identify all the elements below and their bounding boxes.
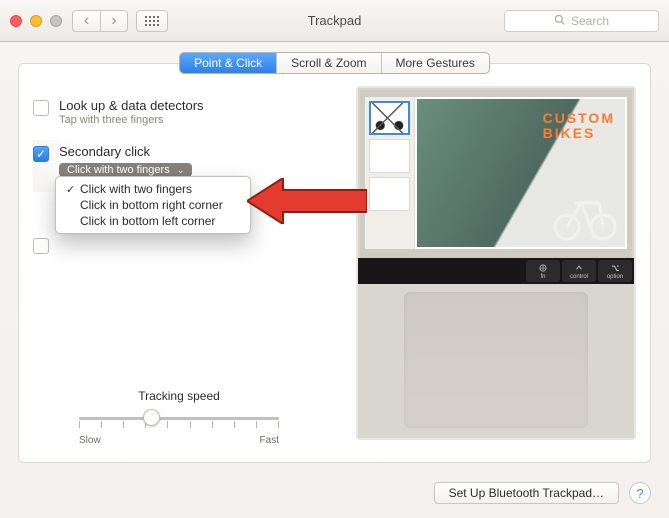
chevron-left-icon: ‹ <box>84 12 89 30</box>
bicycle-icon <box>551 181 619 241</box>
gesture-preview: CUSTOM BIKES <box>356 86 636 440</box>
key-control: control <box>562 260 596 282</box>
tracking-speed-slider[interactable] <box>79 407 279 431</box>
main-panel: Look up & data detectors Tap with three … <box>18 63 651 463</box>
tab-scroll-zoom[interactable]: Scroll & Zoom <box>277 53 381 73</box>
search-placeholder: Search <box>571 14 609 28</box>
window-controls <box>10 15 62 27</box>
close-window-icon[interactable] <box>10 15 22 27</box>
tab-bar: Point & Click Scroll & Zoom More Gesture… <box>18 52 651 74</box>
back-button[interactable]: ‹ <box>72 10 100 32</box>
setup-bluetooth-button[interactable]: Set Up Bluetooth Trackpad… <box>434 482 619 504</box>
search-input[interactable]: Search <box>504 10 659 32</box>
key-fn: fn <box>526 260 560 282</box>
show-all-button[interactable] <box>136 10 168 32</box>
minimize-window-icon[interactable] <box>30 15 42 27</box>
secondary-click-menu: ✓ Click with two fingers Click in bottom… <box>55 176 251 234</box>
checkbox-lookup[interactable] <box>33 100 49 116</box>
popup-label: Click with two fingers <box>67 164 170 176</box>
tracking-speed-label: Tracking speed <box>138 389 220 403</box>
preview-trackpad-surface <box>404 292 588 428</box>
slider-min-label: Slow <box>79 435 101 446</box>
menu-item-label: Click in bottom right corner <box>80 198 223 212</box>
tab-more-gestures[interactable]: More Gestures <box>382 53 489 73</box>
menu-item-label: Click in bottom left corner <box>80 214 215 228</box>
menu-item-bottom-left[interactable]: Click in bottom left corner <box>56 213 250 229</box>
menu-item-two-fingers[interactable]: ✓ Click with two fingers <box>56 181 250 197</box>
option-lookup-subtitle: Tap with three fingers <box>59 114 204 126</box>
tab-point-click[interactable]: Point & Click <box>180 53 277 73</box>
search-icon <box>554 14 565 28</box>
checkbox-third[interactable] <box>33 238 49 254</box>
option-secondary-title: Secondary click <box>59 144 192 159</box>
preview-headline: CUSTOM BIKES <box>543 111 615 140</box>
chevron-down-icon: ⌄ <box>176 166 186 175</box>
check-icon: ✓ <box>36 148 46 160</box>
menu-item-label: Click with two fingers <box>80 182 192 196</box>
preview-touchbar: fn control option <box>358 258 634 284</box>
slider-max-label: Fast <box>260 435 279 446</box>
slider-knob[interactable] <box>143 409 160 426</box>
footer: Set Up Bluetooth Trackpad… ? <box>434 482 651 504</box>
tracking-speed-block: Tracking speed Slow Fast <box>61 389 297 446</box>
check-icon: ✓ <box>66 183 78 196</box>
preview-thumbnails <box>365 97 415 249</box>
zoom-window-icon <box>50 15 62 27</box>
grid-icon <box>145 16 159 26</box>
titlebar: ‹ › Trackpad Search <box>0 0 669 42</box>
nav-buttons: ‹ › <box>72 10 128 32</box>
key-option: option <box>598 260 632 282</box>
checkbox-secondary[interactable]: ✓ <box>33 146 49 162</box>
forward-button[interactable]: › <box>100 10 128 32</box>
slider-labels: Slow Fast <box>79 435 279 446</box>
chevron-right-icon: › <box>111 12 116 30</box>
help-button[interactable]: ? <box>629 482 651 504</box>
menu-item-bottom-right[interactable]: Click in bottom right corner <box>56 197 250 213</box>
option-lookup-row: Look up & data detectors Tap with three … <box>33 94 333 140</box>
content-area: Point & Click Scroll & Zoom More Gesture… <box>0 42 669 518</box>
option-lookup-title: Look up & data detectors <box>59 98 204 113</box>
secondary-click-popup[interactable]: Click with two fingers ⌄ <box>59 163 192 177</box>
